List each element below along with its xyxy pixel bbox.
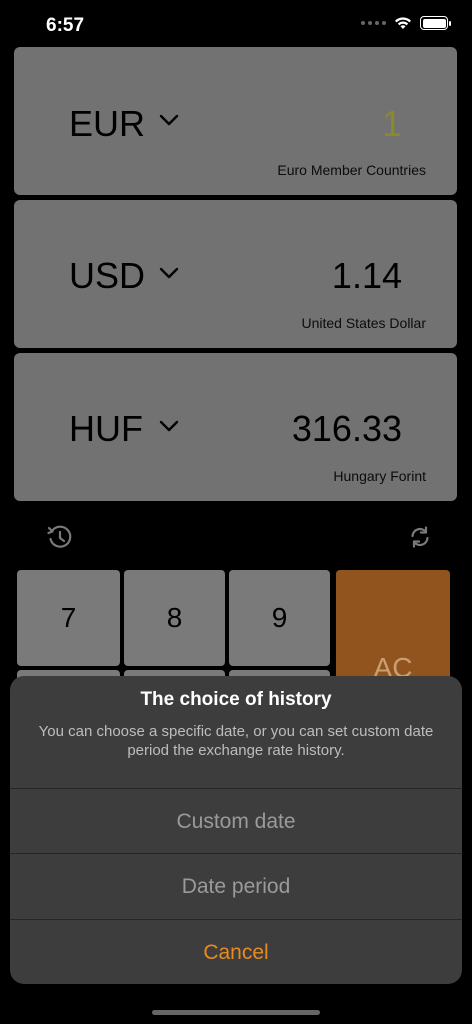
cancel-button[interactable]: Cancel [10,919,462,984]
sheet-message: You can choose a specific date, or you c… [38,723,434,759]
currency-card-huf[interactable]: HUF 316.33 Hungary Forint [14,353,457,501]
chevron-down-icon[interactable] [159,114,179,126]
currency-code[interactable]: EUR [69,103,145,145]
currency-code[interactable]: USD [69,255,145,297]
home-indicator[interactable] [152,1010,320,1015]
currency-name: Euro Member Countries [277,162,426,178]
currency-value[interactable]: 1.14 [332,255,402,297]
wifi-icon [395,17,411,29]
currency-value[interactable]: 316.33 [292,408,402,450]
chevron-down-icon[interactable] [159,267,179,279]
status-time: 6:57 [46,15,85,36]
key-9[interactable]: 9 [229,570,330,666]
custom-date-option[interactable]: Custom date [10,788,462,854]
currency-value[interactable]: 1 [382,103,402,145]
refresh-icon[interactable] [405,522,435,552]
currency-name: Hungary Forint [333,468,426,484]
history-action-sheet: The choice of history You can choose a s… [10,676,462,984]
currency-code[interactable]: HUF [69,408,143,450]
currency-name: United States Dollar [301,315,426,331]
currency-card-usd[interactable]: USD 1.14 United States Dollar [14,200,457,348]
date-period-option[interactable]: Date period [10,853,462,919]
chevron-down-icon[interactable] [159,420,179,432]
sheet-title: The choice of history [140,689,332,710]
key-8[interactable]: 8 [124,570,225,666]
signal-icon [361,21,386,25]
status-icons [361,16,451,30]
history-icon[interactable] [45,522,75,552]
key-7[interactable]: 7 [17,570,120,666]
battery-icon [420,16,451,30]
currency-card-eur[interactable]: EUR 1 Euro Member Countries [14,47,457,195]
status-bar: 6:57 [0,0,472,50]
